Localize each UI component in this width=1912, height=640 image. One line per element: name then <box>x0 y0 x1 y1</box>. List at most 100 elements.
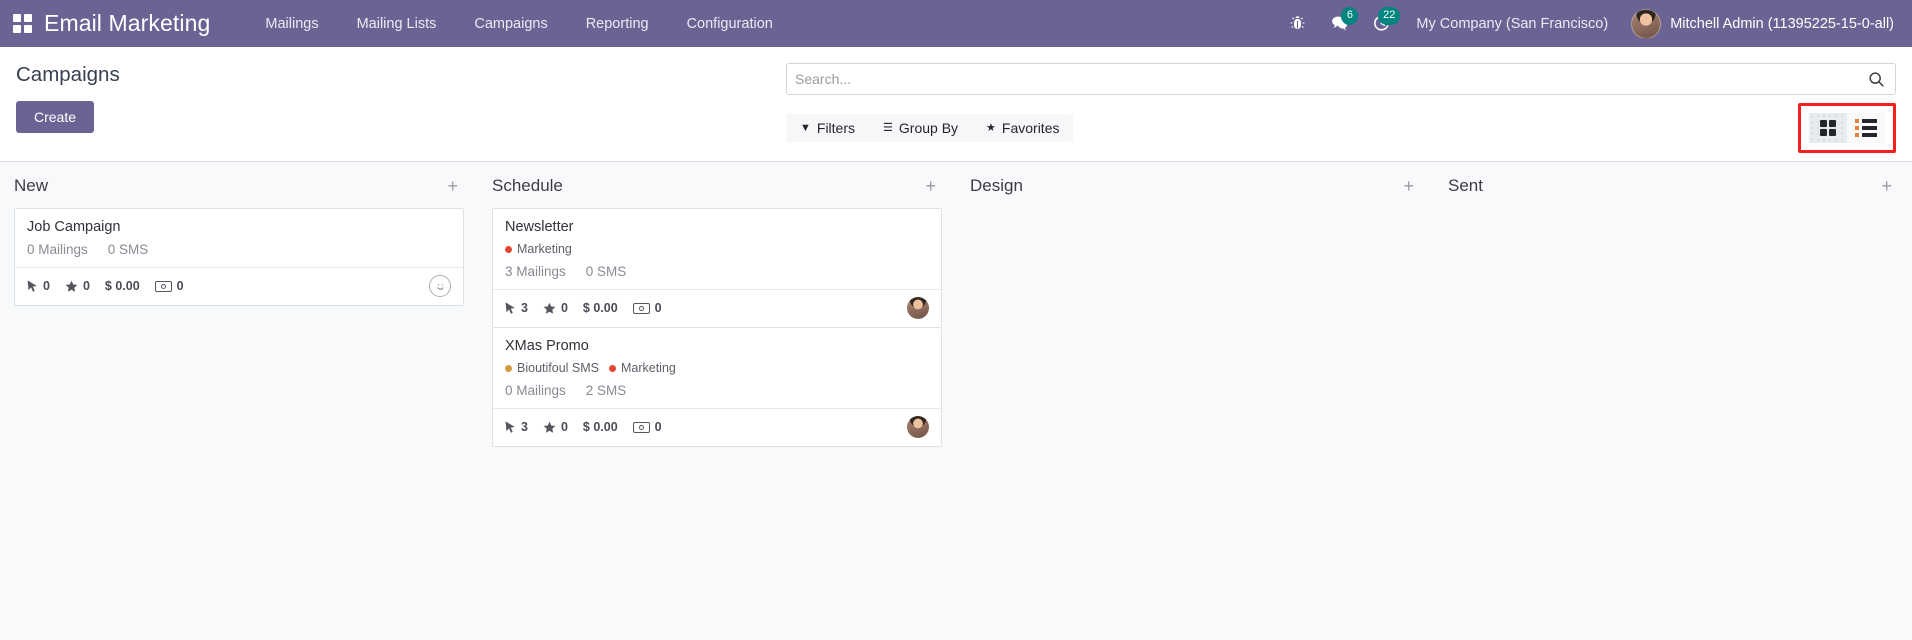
kanban-card[interactable]: Newsletter Marketing 3 Mailings 0 SMS 3 … <box>492 208 942 328</box>
card-counts: 0 Mailings 0 SMS <box>27 242 451 257</box>
card-tags: Bioutifoul SMS Marketing <box>505 361 929 375</box>
mailings-count[interactable]: 0 Mailings <box>27 242 88 257</box>
money-bill-icon <box>154 280 172 292</box>
stat-starred: 0 <box>65 279 90 293</box>
star-icon <box>543 302 556 315</box>
filters-row: ▼ Filters ☰ Group By ★ Favorites <box>786 103 1896 153</box>
kanban-card[interactable]: XMas Promo Bioutifoul SMS Marketing 0 Ma… <box>492 328 942 447</box>
card-title: XMas Promo <box>505 338 589 354</box>
messages-badge: 6 <box>1341 6 1359 25</box>
page-title: Campaigns <box>16 63 120 86</box>
app-brand-title[interactable]: Email Marketing <box>44 10 210 37</box>
group-by-label: Group By <box>898 120 959 136</box>
column-title: New <box>14 176 49 195</box>
stat-value: 0 <box>654 301 662 315</box>
tag[interactable]: Bioutifoul SMS <box>505 361 599 375</box>
tag-label: Marketing <box>517 242 572 256</box>
kanban-column-sent: Sent + <box>1434 162 1912 640</box>
filters-button[interactable]: ▼ Filters <box>786 114 869 142</box>
top-navbar: Email Marketing Mailings Mailing Lists C… <box>0 0 1912 47</box>
column-header: Schedule + <box>492 162 942 208</box>
avatar[interactable] <box>907 297 929 319</box>
messages-icon[interactable]: 6 <box>1318 6 1360 41</box>
cursor-click-icon <box>505 420 516 434</box>
stat-revenue: $ 0.00 <box>104 279 140 293</box>
tag[interactable]: Marketing <box>608 361 676 375</box>
stat-value: 0 <box>43 279 50 293</box>
create-button[interactable]: Create <box>16 101 95 133</box>
control-panel: Campaigns Create ▼ Filters ☰ Group By <box>0 47 1912 162</box>
money-bill-icon <box>632 421 650 433</box>
stat-clicks: 3 <box>505 420 528 434</box>
stat-starred: 0 <box>543 301 568 315</box>
user-menu[interactable]: Mitchell Admin (11395225-15-0-all) <box>1628 6 1898 42</box>
favorites-label: Favorites <box>1001 120 1060 136</box>
tag[interactable]: Marketing <box>505 242 572 256</box>
cursor-click-icon <box>27 279 38 293</box>
stat-value: 0 <box>654 420 662 434</box>
navbar-right-tools: 6 22 My Company (San Francisco) Mitchell… <box>1276 6 1898 42</box>
user-menu-label: Mitchell Admin (11395225-15-0-all) <box>1670 15 1894 32</box>
card-footer: 3 0 $ 0.00 0 <box>493 408 941 438</box>
kanban-column-schedule: Schedule + Newsletter Marketing 3 Mailin… <box>478 162 956 640</box>
stat-clicks: 0 <box>27 279 50 293</box>
column-header: Sent + <box>1448 162 1898 208</box>
cursor-click-icon <box>505 301 516 315</box>
stat-value: 0 <box>176 279 184 293</box>
stat-starred: 0 <box>543 420 568 434</box>
company-switcher[interactable]: My Company (San Francisco) <box>1402 10 1622 38</box>
menu-item-mailing-lists[interactable]: Mailing Lists <box>338 10 456 38</box>
add-card-button[interactable]: + <box>443 177 462 195</box>
star-icon <box>543 421 556 434</box>
tag-dot-icon <box>505 364 512 372</box>
add-card-button[interactable]: + <box>921 177 940 195</box>
add-card-button[interactable]: + <box>1399 177 1418 195</box>
list-view-button[interactable] <box>1847 113 1885 143</box>
kanban-card[interactable]: Job Campaign 0 Mailings 0 SMS 0 0 $ 0.00… <box>14 208 464 306</box>
card-counts: 3 Mailings 0 SMS <box>505 264 929 279</box>
sms-count[interactable]: 0 SMS <box>586 264 627 279</box>
menu-item-configuration[interactable]: Configuration <box>668 10 792 38</box>
smiley-placeholder-icon[interactable] <box>429 275 451 297</box>
card-footer: 0 0 $ 0.00 0 <box>15 267 463 297</box>
sms-count[interactable]: 0 SMS <box>108 242 149 257</box>
mailings-count[interactable]: 0 Mailings <box>505 383 566 398</box>
search-bar[interactable] <box>786 63 1896 95</box>
group-by-button[interactable]: ☰ Group By <box>869 114 972 142</box>
money-bill-icon <box>632 302 650 314</box>
star-icon: ★ <box>986 121 996 134</box>
tag-dot-icon <box>608 364 616 372</box>
stat-value: 0 <box>82 279 90 293</box>
bars-icon: ☰ <box>883 121 893 134</box>
control-panel-left: Campaigns Create <box>16 63 786 153</box>
filter-group: ▼ Filters ☰ Group By ★ Favorites <box>786 114 1074 142</box>
avatar[interactable] <box>907 416 929 438</box>
menu-item-reporting[interactable]: Reporting <box>567 10 668 38</box>
activities-icon[interactable]: 22 <box>1360 6 1402 41</box>
apps-grid-icon[interactable] <box>8 10 36 38</box>
stat-value: 0 <box>560 420 568 434</box>
kanban-column-new: New + Job Campaign 0 Mailings 0 SMS 0 0 … <box>0 162 478 640</box>
card-title: Newsletter <box>505 219 574 235</box>
search-icon[interactable] <box>1868 71 1885 88</box>
menu-item-mailings[interactable]: Mailings <box>246 10 337 38</box>
mailings-count[interactable]: 3 Mailings <box>505 264 566 279</box>
card-counts: 0 Mailings 2 SMS <box>505 383 929 398</box>
menu-item-campaigns[interactable]: Campaigns <box>455 10 566 38</box>
kanban-view-button[interactable] <box>1809 113 1847 143</box>
stat-revenue: $ 0.00 <box>582 301 618 315</box>
funnel-icon: ▼ <box>800 121 811 134</box>
add-card-button[interactable]: + <box>1877 177 1896 195</box>
tag-dot-icon <box>505 245 512 253</box>
filters-label: Filters <box>816 120 856 136</box>
favorites-button[interactable]: ★ Favorites <box>972 114 1073 142</box>
stat-quotations: 0 <box>632 301 662 315</box>
view-switcher <box>1809 113 1885 143</box>
debug-bug-icon[interactable] <box>1276 7 1318 41</box>
column-title: Sent <box>1448 176 1483 195</box>
kanban-column-design: Design + <box>956 162 1434 640</box>
stat-value: 3 <box>521 420 528 434</box>
search-input[interactable] <box>795 71 1868 87</box>
sms-count[interactable]: 2 SMS <box>586 383 627 398</box>
card-footer: 3 0 $ 0.00 0 <box>493 289 941 319</box>
